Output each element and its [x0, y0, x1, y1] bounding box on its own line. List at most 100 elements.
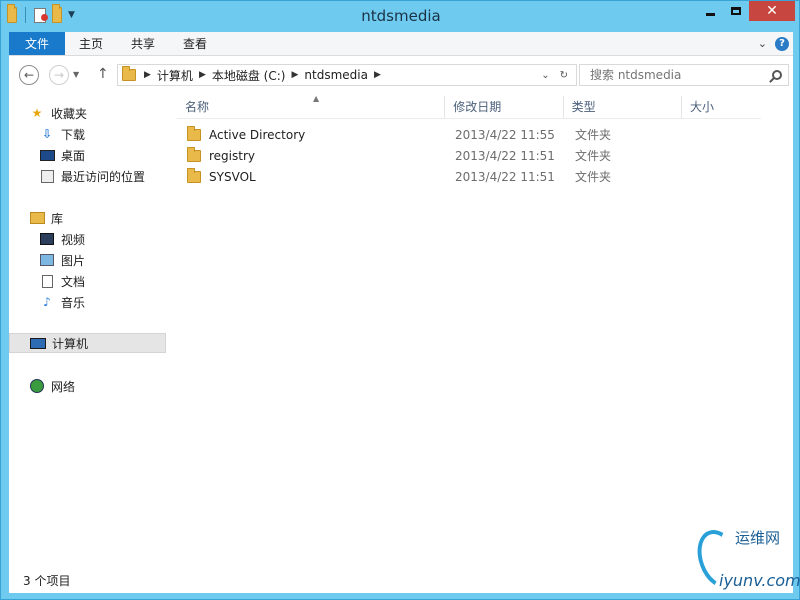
file-name: registry: [209, 148, 255, 163]
file-type: 文件夹: [575, 149, 612, 163]
breadcrumb-computer[interactable]: ▶ 计算机: [144, 67, 193, 84]
watermark-bottom-text: iyunv.com: [719, 571, 800, 590]
nav-item-videos[interactable]: 视频: [9, 229, 166, 249]
close-button[interactable]: ✕: [749, 1, 795, 21]
search-box[interactable]: [579, 64, 789, 86]
column-headers: 名称 修改日期 类型 大小: [177, 96, 761, 119]
nav-label: 图片: [61, 253, 86, 268]
address-row: ← → ▼ ↑ ▶ 计算机 ▶ 本地磁盘 (C:) ▶ ntdsmedia ▶ ⌄ ↻: [9, 56, 793, 94]
search-input[interactable]: [590, 68, 760, 82]
back-arrow-icon: ←: [23, 68, 35, 82]
folder-icon: [187, 146, 201, 162]
file-type: 文件夹: [575, 128, 612, 142]
close-icon: ✕: [766, 3, 778, 19]
status-bar: 3 个项目: [9, 567, 793, 593]
nav-label: 文档: [61, 274, 86, 289]
file-name-cell: Active Directory: [177, 125, 449, 142]
download-icon: ⇩: [41, 127, 53, 141]
computer-icon: [30, 336, 46, 350]
nav-label: 库: [51, 211, 64, 226]
recent-locations-dropdown-icon[interactable]: ▼: [73, 70, 79, 79]
breadcrumb-separator-icon: ▶: [373, 70, 381, 80]
watermark-logo: 运维网 iyunv.com: [689, 523, 800, 597]
nav-label: 最近访问的位置: [61, 169, 146, 184]
column-header-size[interactable]: 大小: [682, 96, 761, 118]
maximize-button[interactable]: [723, 1, 749, 21]
nav-label: 计算机: [52, 336, 89, 351]
desktop-icon: [39, 148, 55, 162]
refresh-icon[interactable]: ↻: [560, 70, 568, 81]
breadcrumb-label: 本地磁盘 (C:): [211, 68, 286, 83]
search-icon[interactable]: [772, 70, 782, 80]
column-header-name[interactable]: 名称: [177, 96, 446, 118]
column-header-date[interactable]: 修改日期: [445, 96, 564, 118]
address-bar-controls: ⌄ ↻: [541, 70, 576, 81]
table-row[interactable]: Active Directory 2013/4/22 11:55 文件夹: [177, 124, 761, 145]
nav-item-downloads[interactable]: ⇩ 下载: [9, 124, 166, 144]
address-bar[interactable]: ▶ 计算机 ▶ 本地磁盘 (C:) ▶ ntdsmedia ▶ ⌄ ↻: [117, 64, 577, 86]
title-bar: ▼ ntdsmedia ✕: [1, 1, 800, 31]
content-area: ★ 收藏夹 ⇩ 下载 桌面 最近访问的位置 库 视频 图片 文档 ♪ 音乐 计算…: [9, 94, 793, 567]
maximize-icon: [731, 7, 741, 15]
breadcrumb-separator-icon: ▶: [144, 70, 151, 80]
nav-favorites[interactable]: ★ 收藏夹: [9, 103, 166, 123]
forward-button[interactable]: →: [49, 65, 69, 85]
nav-libraries[interactable]: 库: [9, 208, 166, 228]
table-row[interactable]: SYSVOL 2013/4/22 11:51 文件夹: [177, 166, 761, 187]
breadcrumb-local-disk[interactable]: ▶ 本地磁盘 (C:): [199, 67, 286, 84]
forward-arrow-icon: →: [53, 68, 65, 82]
item-count: 3 个项目: [23, 573, 71, 588]
file-list-pane: ▲ 名称 修改日期 类型 大小 Active Directory 2013/4/…: [177, 94, 793, 567]
file-type: 文件夹: [575, 170, 612, 184]
nav-network[interactable]: 网络: [9, 376, 166, 396]
file-date: 2013/4/22 11:51: [455, 148, 555, 163]
folder-icon: [187, 125, 201, 141]
nav-label: 视频: [61, 232, 86, 247]
help-icon[interactable]: ?: [775, 36, 789, 51]
file-name: SYSVOL: [209, 169, 256, 184]
up-arrow-icon[interactable]: ↑: [97, 66, 109, 82]
explorer-window: ▼ ntdsmedia ✕ 文件 主页 共享 查看 ⌄ ? ← → ▼ ↑ ▶ 计…: [0, 0, 800, 600]
nav-item-desktop[interactable]: 桌面: [9, 145, 166, 165]
file-date: 2013/4/22 11:55: [455, 127, 555, 142]
nav-item-pictures[interactable]: 图片: [9, 250, 166, 270]
back-button[interactable]: ←: [19, 65, 39, 85]
network-icon: [29, 379, 45, 393]
tab-home[interactable]: 主页: [65, 32, 117, 55]
nav-label: 桌面: [61, 148, 86, 163]
breadcrumb-separator-icon: ▶: [198, 70, 206, 80]
music-icon: ♪: [43, 295, 51, 309]
tab-share[interactable]: 共享: [117, 32, 169, 55]
navigation-pane: ★ 收藏夹 ⇩ 下载 桌面 最近访问的位置 库 视频 图片 文档 ♪ 音乐 计算…: [9, 94, 167, 567]
address-history-dropdown-icon[interactable]: ⌄: [541, 70, 549, 81]
nav-label: 收藏夹: [51, 106, 88, 121]
file-name-cell: registry: [177, 146, 449, 163]
breadcrumb-separator-icon: ▶: [291, 70, 299, 80]
nav-computer[interactable]: 计算机: [9, 333, 166, 353]
file-name: Active Directory: [209, 127, 306, 142]
picture-icon: [39, 253, 55, 267]
recent-places-icon: [39, 169, 55, 183]
column-header-type[interactable]: 类型: [564, 96, 683, 118]
minimize-button[interactable]: [697, 1, 723, 21]
star-icon: ★: [31, 106, 43, 120]
document-icon: [39, 274, 55, 288]
library-icon: [29, 211, 45, 225]
address-folder-icon: [122, 66, 136, 81]
nav-item-recent-places[interactable]: 最近访问的位置: [9, 166, 166, 186]
table-row[interactable]: registry 2013/4/22 11:51 文件夹: [177, 145, 761, 166]
breadcrumb-ntdsmedia[interactable]: ▶ ntdsmedia ▶: [291, 68, 380, 82]
file-name-cell: SYSVOL: [177, 167, 449, 184]
minimize-icon: [705, 12, 715, 16]
tab-view[interactable]: 查看: [169, 32, 221, 55]
expand-ribbon-chevron-icon[interactable]: ⌄: [758, 37, 767, 50]
tab-file[interactable]: 文件: [9, 32, 65, 55]
window-controls: ✕: [697, 1, 795, 21]
nav-item-music[interactable]: ♪ 音乐: [9, 292, 166, 312]
nav-label: 音乐: [61, 295, 86, 310]
ribbon-right-controls: ⌄ ?: [758, 32, 793, 55]
video-icon: [39, 232, 55, 246]
watermark-top-text: 运维网: [735, 529, 781, 547]
ribbon-tabs: 文件 主页 共享 查看 ⌄ ?: [9, 32, 793, 56]
nav-item-documents[interactable]: 文档: [9, 271, 166, 291]
